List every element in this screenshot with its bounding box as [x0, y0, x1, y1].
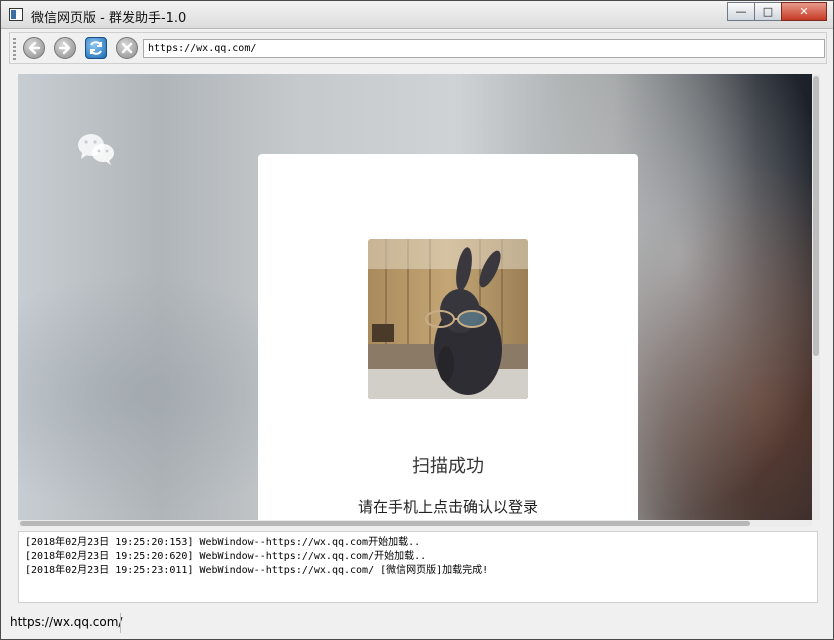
status-divider	[120, 613, 121, 633]
web-view[interactable]: 扫描成功 请在手机上点击确认以登录	[18, 74, 812, 520]
log-line: [2018年02月23日 19:25:20:153] WebWindow--ht…	[25, 537, 421, 548]
window-controls: — □ ✕	[727, 2, 827, 21]
forward-arrow-icon	[58, 41, 71, 55]
navigation-toolbar	[9, 32, 827, 64]
back-arrow-icon	[28, 41, 41, 55]
vertical-scrollbar[interactable]	[812, 74, 820, 520]
title-bar[interactable]: 微信网页版 - 群发助手-1.0 — □ ✕	[1, 1, 833, 29]
scan-status-title: 扫描成功	[412, 456, 484, 477]
maximize-icon: □	[762, 5, 774, 18]
scan-confirm-tip: 请在手机上点击确认以登录	[357, 498, 538, 516]
log-line: [2018年02月23日 19:25:20:620] WebWindow--ht…	[25, 551, 427, 562]
app-window: 微信网页版 - 群发助手-1.0 — □ ✕ https://wx.qq.com…	[0, 0, 834, 640]
wechat-logo-icon	[78, 134, 114, 165]
close-button[interactable]: ✕	[781, 2, 827, 21]
forward-button[interactable]	[54, 37, 76, 59]
refresh-icon	[90, 41, 102, 55]
maximize-button[interactable]: □	[754, 2, 782, 21]
refresh-button[interactable]	[85, 37, 107, 59]
close-icon: ✕	[799, 5, 809, 18]
status-bar: https://wx.qq.com/	[1, 609, 833, 639]
user-avatar	[368, 239, 528, 399]
app-window-icon	[9, 8, 23, 21]
window-title: 微信网页版 - 群发助手-1.0	[31, 11, 187, 26]
horizontal-scroll-thumb[interactable]	[20, 521, 750, 526]
rabbit-with-sunglasses-photo	[368, 239, 528, 399]
minimize-icon: —	[735, 5, 747, 18]
minimize-button[interactable]: —	[727, 2, 755, 21]
status-url: https://wx.qq.com/	[10, 615, 123, 629]
address-input[interactable]	[143, 39, 825, 58]
horizontal-scrollbar[interactable]	[18, 520, 812, 527]
stop-button[interactable]	[116, 37, 138, 59]
toolbar-grip[interactable]	[13, 38, 16, 60]
login-card: 扫描成功 请在手机上点击确认以登录	[258, 154, 638, 520]
log-panel[interactable]: [2018年02月23日 19:25:20:153] WebWindow--ht…	[18, 531, 818, 603]
log-line: [2018年02月23日 19:25:23:011] WebWindow--ht…	[25, 565, 489, 576]
vertical-scroll-thumb[interactable]	[813, 76, 819, 356]
stop-icon	[121, 42, 133, 54]
back-button[interactable]	[23, 37, 45, 59]
